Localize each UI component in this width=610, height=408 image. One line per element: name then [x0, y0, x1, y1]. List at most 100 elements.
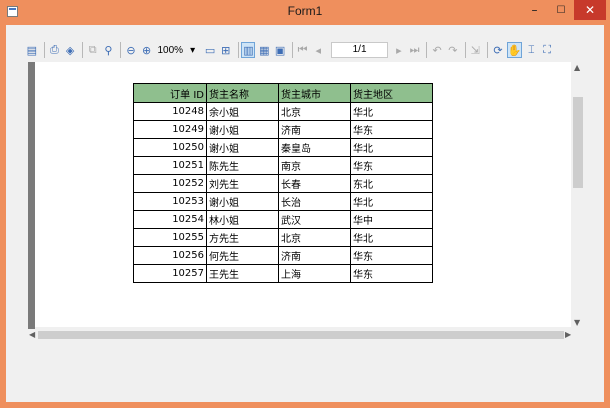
table-cell: 刘先生 [206, 174, 279, 193]
scroll-right-icon[interactable]: ▶ [565, 330, 571, 339]
table-row: 10254 林小姐 武汉 华中 [133, 210, 433, 229]
table-cell: 10250 [133, 138, 207, 157]
scroll-left-icon[interactable]: ◀ [29, 330, 35, 339]
table-cell: 华东 [350, 156, 433, 175]
view-options-icon[interactable]: ▣ [273, 42, 287, 58]
table-row: 10255 方先生 北京 华北 [133, 228, 433, 247]
table-cell: 华北 [350, 228, 433, 247]
table-cell: 10256 [133, 246, 207, 265]
toolbar-separator [43, 42, 45, 58]
toolbar-separator [81, 42, 83, 58]
column-header: 货主地区 [350, 83, 433, 103]
scroll-down-icon[interactable]: ▼ [574, 318, 580, 327]
table-row: 10257 王先生 上海 华东 [133, 264, 433, 283]
table-cell: 华东 [350, 246, 433, 265]
zoom-in-icon[interactable]: ⊕ [140, 42, 154, 58]
zoom-out-icon[interactable]: ⊖ [124, 42, 138, 58]
chevron-down-icon: ▾ [190, 44, 196, 56]
last-page-icon[interactable]: ⏭ [408, 42, 422, 58]
first-page-icon[interactable]: ⏮ [296, 42, 310, 58]
table-cell: 济南 [278, 246, 351, 265]
table-cell: 10255 [133, 228, 207, 247]
table-row: 10256 何先生 济南 华东 [133, 246, 433, 265]
report-viewer-toolbar: ▤ ⎙ ◈ ⧉ ⚲ ⊖ ⊕ 100% ▾ ▭ ⊞ ▥ ▦ ▣ ⏮ ◂ 1/1 ▸… [25, 39, 556, 61]
table-cell: 10257 [133, 264, 207, 283]
toolbar-separator [237, 42, 239, 58]
table-cell: 谢小姐 [206, 192, 279, 211]
table-cell: 华中 [350, 210, 433, 229]
table-cell: 华东 [350, 264, 433, 283]
table-cell: 10253 [133, 192, 207, 211]
table-row: 10253 谢小姐 长治 华北 [133, 192, 433, 211]
table-cell: 北京 [278, 228, 351, 247]
table-cell: 谢小姐 [206, 120, 279, 139]
table-cell: 长治 [278, 192, 351, 211]
next-page-icon[interactable]: ▸ [392, 42, 406, 58]
hand-icon[interactable]: ✋ [506, 42, 523, 58]
prev-page-icon[interactable]: ◂ [311, 42, 325, 58]
table-row: 10251 陈先生 南京 华东 [133, 156, 433, 175]
table-cell: 上海 [278, 264, 351, 283]
window-title: Form1 [287, 4, 323, 18]
page-layout-icon[interactable]: ▥ [241, 42, 256, 58]
table-cell: 华北 [350, 192, 433, 211]
table-cell: 南京 [278, 156, 351, 175]
table-header-row: 订单 ID 货主名称 货主城市 货主地区 [133, 83, 433, 103]
table-cell: 华东 [350, 120, 433, 139]
table-cell: 秦皇岛 [278, 138, 351, 157]
toolbar-separator [120, 42, 122, 58]
document-map-icon[interactable]: ▤ [25, 42, 39, 58]
zoom-value: 100% [157, 44, 184, 56]
table-cell: 北京 [278, 102, 351, 121]
table-cell: 余小姐 [206, 102, 279, 121]
zoom-select[interactable]: 100% ▾ [156, 42, 198, 58]
page-number-input[interactable]: 1/1 [331, 42, 388, 58]
table-row: 10250 谢小姐 秦皇岛 华北 [133, 138, 433, 157]
vertical-scroll-thumb[interactable] [573, 97, 583, 188]
table-cell: 华北 [350, 138, 433, 157]
table-cell: 方先生 [206, 228, 279, 247]
print-icon[interactable]: ⎙ [48, 42, 62, 58]
table-cell: 10252 [133, 174, 207, 193]
full-screen-icon[interactable]: ⛶ [540, 42, 554, 58]
maximize-button[interactable]: ☐ [548, 0, 574, 20]
refresh-icon[interactable]: ⟳ [491, 42, 505, 58]
toolbar-separator [464, 42, 466, 58]
copy-icon[interactable]: ⧉ [86, 42, 100, 58]
scroll-up-icon[interactable]: ▲ [574, 63, 580, 72]
table-cell: 陈先生 [206, 156, 279, 175]
title-bar[interactable]: Form1 – ☐ ✕ [0, 0, 610, 24]
horizontal-scroll-thumb[interactable] [38, 331, 564, 339]
table-cell: 济南 [278, 120, 351, 139]
page-setup-icon[interactable]: ◈ [63, 42, 77, 58]
continuous-icon[interactable]: ▦ [257, 42, 271, 58]
table-row: 10249 谢小姐 济南 华东 [133, 120, 433, 139]
table-cell: 谢小姐 [206, 138, 279, 157]
table-cell: 何先生 [206, 246, 279, 265]
table-cell: 林小姐 [206, 210, 279, 229]
close-button[interactable]: ✕ [574, 0, 606, 20]
toolbar-separator [426, 42, 428, 58]
minimize-button[interactable]: – [521, 0, 548, 20]
table-cell: 华北 [350, 102, 433, 121]
back-icon[interactable]: ↶ [430, 42, 444, 58]
toolbar-separator [291, 42, 293, 58]
single-page-icon[interactable]: ▭ [203, 42, 217, 58]
find-icon[interactable]: ⚲ [102, 42, 116, 58]
report-table: 订单 ID 货主名称 货主城市 货主地区 10248 余小姐 北京 华北 102… [133, 83, 433, 283]
multi-page-icon[interactable]: ⊞ [219, 42, 233, 58]
column-header: 货主城市 [278, 83, 351, 103]
column-header: 订单 ID [133, 83, 207, 103]
column-header: 货主名称 [206, 83, 279, 103]
table-row: 10248 余小姐 北京 华北 [133, 102, 433, 121]
select-icon[interactable]: ⌶ [524, 42, 538, 58]
toolbar-separator [487, 42, 489, 58]
table-cell: 10249 [133, 120, 207, 139]
table-cell: 王先生 [206, 264, 279, 283]
table-cell: 10251 [133, 156, 207, 175]
table-cell: 长春 [278, 174, 351, 193]
forward-icon[interactable]: ↷ [446, 42, 460, 58]
export-icon[interactable]: ⇲ [469, 42, 483, 58]
table-cell: 武汉 [278, 210, 351, 229]
table-row: 10252 刘先生 长春 东北 [133, 174, 433, 193]
